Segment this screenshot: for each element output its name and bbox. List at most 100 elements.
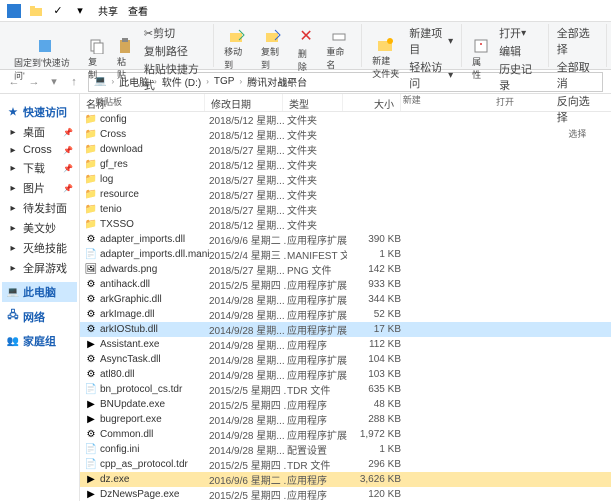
file-name: gf_res [100, 159, 209, 170]
file-type: 应用程序扩展 [287, 427, 347, 442]
file-row[interactable]: 📄config.ini2014/9/28 星期...配置设置1 KB [80, 442, 611, 457]
invert-selection-button[interactable]: 反向选择 [553, 92, 602, 126]
properties-button[interactable]: 属性 [466, 36, 495, 83]
easy-access-button[interactable]: 轻松访问 ▾ [405, 58, 457, 92]
sidebar-item[interactable]: ▸图片📌 [2, 178, 77, 198]
file-row[interactable]: ▶bugreport.exe2014/9/28 星期...应用程序288 KB [80, 412, 611, 427]
file-row[interactable]: 📄adapter_imports.dll.manifest2015/2/4 星期… [80, 247, 611, 262]
main: ★快速访问 ▸桌面📌▸Cross📌▸下载📌▸图片📌▸待发封面▸美文妙▸灭绝技能▸… [0, 94, 611, 501]
file-row[interactable]: ⚙arkImage.dll2014/9/28 星期...应用程序扩展52 KB [80, 307, 611, 322]
quick-access-header[interactable]: ★快速访问 [2, 102, 77, 122]
sidebar-item[interactable]: ▸美文妙 [2, 218, 77, 238]
file-name: adwards.png [100, 264, 209, 275]
tab-view[interactable]: 查看 [128, 3, 148, 18]
copy-path-button[interactable]: 复制路径 [140, 42, 209, 60]
file-icon: 📁 [84, 174, 98, 185]
tab-share[interactable]: 共享 [98, 3, 118, 18]
edit-button[interactable]: 编辑 [495, 42, 544, 60]
sidebar-item[interactable]: ▸Cross📌 [2, 142, 77, 158]
copy-button[interactable]: 复制 [82, 36, 111, 83]
new-folder-button[interactable]: 新建 文件夹 [366, 35, 405, 82]
file-row[interactable]: ⚙AsyncTask.dll2014/9/28 星期...应用程序扩展104 K… [80, 352, 611, 367]
open-button[interactable]: 打开 ▾ [495, 24, 544, 42]
qat-dropdown-icon[interactable]: ▾ [70, 2, 90, 20]
pin-quick-access-button[interactable]: 固定到'快速访问' [8, 35, 82, 84]
file-row[interactable]: 🖼adwards.png2018/5/27 星期...PNG 文件142 KB [80, 262, 611, 277]
file-row[interactable]: 📁TXSSO2018/5/12 星期...文件夹 [80, 217, 611, 232]
paste-shortcut-button[interactable]: 粘贴快捷方式 [140, 60, 209, 94]
folder-icon: ▸ [6, 145, 20, 156]
file-row[interactable]: ▶DzNewsPage.exe2015/2/5 星期四 ...应用程序120 K… [80, 487, 611, 501]
select-all-button[interactable]: 全部选择 [553, 24, 602, 58]
qat-folder-icon[interactable] [26, 2, 46, 20]
file-icon: ▶ [84, 414, 98, 425]
network[interactable]: 🖧网络 [2, 306, 77, 327]
file-icon: ⚙ [84, 369, 98, 380]
col-type[interactable]: 类型 [283, 94, 343, 111]
file-icon: 📁 [84, 189, 98, 200]
file-size: 1,972 KB [347, 429, 401, 440]
file-row[interactable]: 📄bn_protocol_cs.tdr2015/2/5 星期四 ...TDR 文… [80, 382, 611, 397]
copy-label: 复制 [88, 55, 105, 81]
new-item-button[interactable]: 新建项目 ▾ [405, 24, 457, 58]
homegroup[interactable]: 👥家庭组 [2, 331, 77, 351]
file-date: 2014/9/28 星期... [209, 352, 287, 367]
file-row[interactable]: 📁log2018/5/27 星期...文件夹 [80, 172, 611, 187]
file-date: 2018/5/27 星期... [209, 262, 287, 277]
sidebar-item[interactable]: ▸桌面📌 [2, 122, 77, 142]
file-row[interactable]: ▶dz.exe2016/9/6 星期二 ...应用程序3,626 KB [80, 472, 611, 487]
file-date: 2014/9/28 星期... [209, 307, 287, 322]
file-size: 933 KB [347, 279, 401, 290]
folder-icon: ▸ [6, 203, 20, 214]
rename-button[interactable]: 重命名 [320, 26, 357, 73]
sidebar-item[interactable]: ▸灭绝技能 [2, 238, 77, 258]
sidebar-item[interactable]: ▸全屏游戏 [2, 258, 77, 278]
file-row[interactable]: 📁config2018/5/12 星期...文件夹 [80, 112, 611, 127]
file-row[interactable]: ⚙Common.dll2014/9/28 星期...应用程序扩展1,972 KB [80, 427, 611, 442]
file-row[interactable]: ⚙arkIOStub.dll2014/9/28 星期...应用程序扩展17 KB [80, 322, 611, 337]
file-icon: ⚙ [84, 429, 98, 440]
history-button[interactable]: 历史记录 [495, 60, 544, 94]
move-to-button[interactable]: 移动到 [218, 26, 255, 73]
newfolder-icon [377, 37, 395, 53]
delete-button[interactable]: ✕删除 [292, 24, 321, 75]
paste-button[interactable]: 粘贴 [111, 36, 140, 83]
star-icon: ★ [6, 107, 20, 118]
file-row[interactable]: 📁Cross2018/5/12 星期...文件夹 [80, 127, 611, 142]
folder-icon: ▸ [6, 243, 20, 254]
file-row[interactable]: 📄cpp_as_protocol.tdr2015/2/5 星期四 ...TDR … [80, 457, 611, 472]
file-size: 52 KB [347, 309, 401, 320]
file-row[interactable]: 📁gf_res2018/5/12 星期...文件夹 [80, 157, 611, 172]
ribbon-group-open: 属性 打开 ▾ 编辑 历史记录 打开 [462, 24, 549, 67]
copy-to-button[interactable]: 复制到 [255, 26, 292, 73]
file-row[interactable]: 📁tenio2018/5/27 星期...文件夹 [80, 202, 611, 217]
file-row[interactable]: ▶Assistant.exe2014/9/28 星期...应用程序112 KB [80, 337, 611, 352]
col-date[interactable]: 修改日期 [205, 94, 283, 111]
crumb[interactable]: TGP [211, 76, 238, 87]
col-size[interactable]: 大小 [343, 94, 401, 111]
file-size: 103 KB [347, 369, 401, 380]
this-pc[interactable]: 💻此电脑 [2, 282, 77, 302]
cut-button[interactable]: ✂剪切 [140, 24, 209, 42]
paste-label: 粘贴 [117, 55, 134, 81]
qat-check-icon[interactable]: ✓ [48, 2, 68, 20]
file-row[interactable]: ⚙adapter_imports.dll2016/9/6 星期二 ...应用程序… [80, 232, 611, 247]
file-row[interactable]: ⚙atl80.dll2014/9/28 星期...应用程序扩展103 KB [80, 367, 611, 382]
sidebar-item[interactable]: ▸下载📌 [2, 158, 77, 178]
file-row[interactable]: ▶BNUpdate.exe2015/2/5 星期四 ...应用程序48 KB [80, 397, 611, 412]
file-name: Common.dll [100, 429, 209, 440]
file-date: 2015/2/5 星期四 ... [209, 277, 287, 292]
file-type: 文件夹 [287, 157, 347, 172]
file-date: 2014/9/28 星期... [209, 337, 287, 352]
select-none-button[interactable]: 全部取消 [553, 58, 602, 92]
sidebar-item[interactable]: ▸待发封面 [2, 198, 77, 218]
crumb[interactable]: 腾讯对战平台 [244, 74, 310, 89]
file-row[interactable]: ⚙arkGraphic.dll2014/9/28 星期...应用程序扩展344 … [80, 292, 611, 307]
file-row[interactable]: ⚙antihack.dll2015/2/5 星期四 ...应用程序扩展933 K… [80, 277, 611, 292]
file-icon: 📄 [84, 444, 98, 455]
file-date: 2014/9/28 星期... [209, 412, 287, 427]
file-row[interactable]: 📁resource2018/5/27 星期...文件夹 [80, 187, 611, 202]
file-name: atl80.dll [100, 369, 209, 380]
file-type: 文件夹 [287, 187, 347, 202]
file-row[interactable]: 📁download2018/5/27 星期...文件夹 [80, 142, 611, 157]
